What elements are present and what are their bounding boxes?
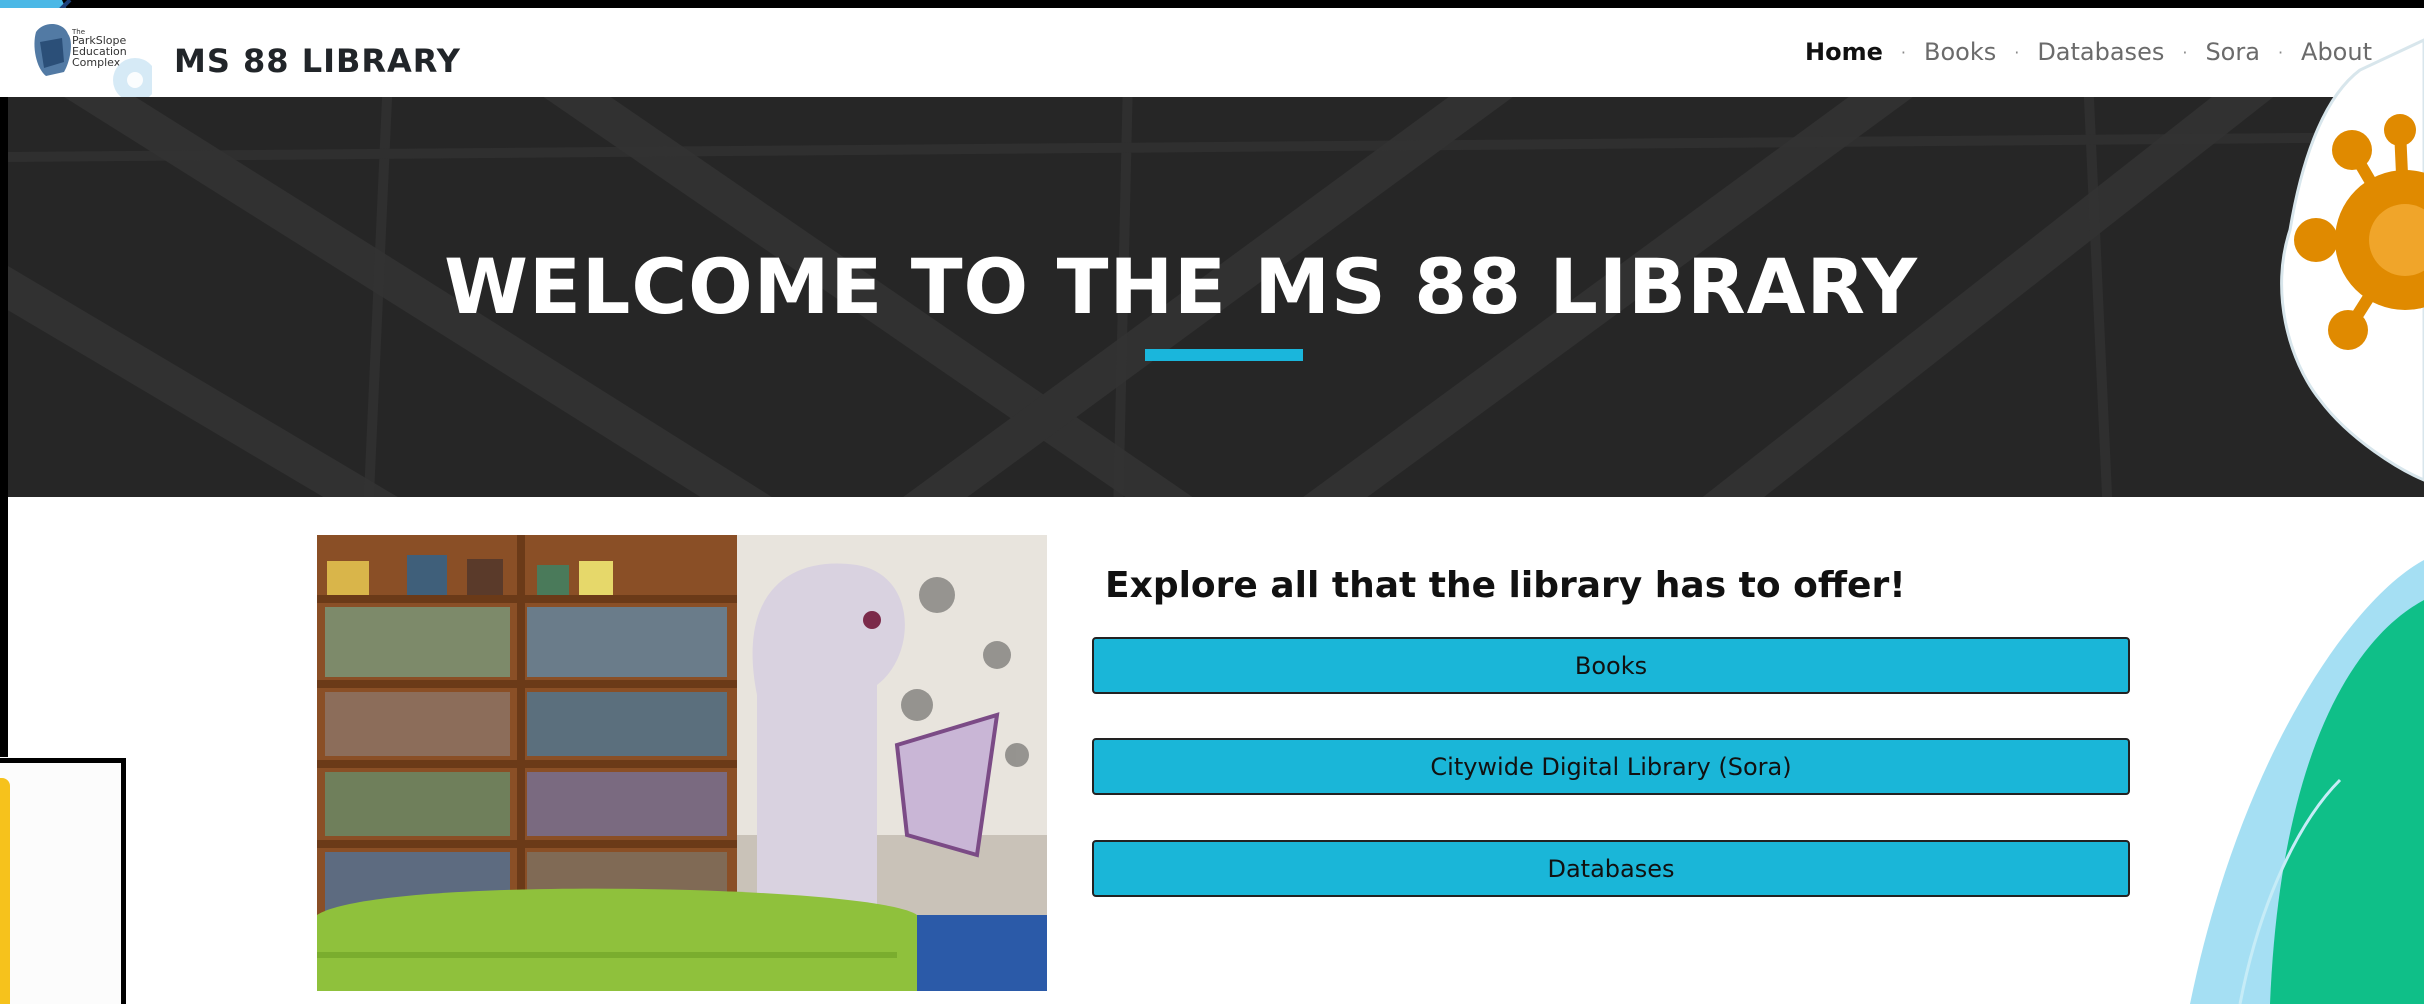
logo-text-line-4: Complex [72,56,121,69]
hero-banner: WELCOME TO THE MS 88 LIBRARY [8,97,2424,497]
navbar: The ParkSlope Education Complex MS 88 LI… [0,8,2424,102]
left-frame [0,97,8,757]
decorative-yellow-strip [0,778,10,1004]
nav-link-home[interactable]: Home [1805,38,1883,66]
library-photo [317,535,1047,991]
site-title: MS 88 LIBRARY [174,42,461,80]
nav-separator: · [1900,42,1906,62]
brand-link[interactable]: The ParkSlope Education Complex MS 88 LI… [24,20,460,102]
school-logo: The ParkSlope Education Complex [24,12,157,102]
overlay-box [0,758,126,1004]
sora-button[interactable]: Citywide Digital Library (Sora) [1092,738,2130,795]
top-border [0,0,2424,8]
nav-separator: · [2014,42,2020,62]
hero-underline [1145,349,1303,361]
books-button[interactable]: Books [1092,637,2130,694]
decorative-right-shapes [2190,38,2424,1004]
databases-button[interactable]: Databases [1092,840,2130,897]
nav-link-books[interactable]: Books [1924,38,1996,66]
hero-title: WELCOME TO THE MS 88 LIBRARY [444,242,1918,331]
explore-heading: Explore all that the library has to offe… [1105,565,1906,606]
